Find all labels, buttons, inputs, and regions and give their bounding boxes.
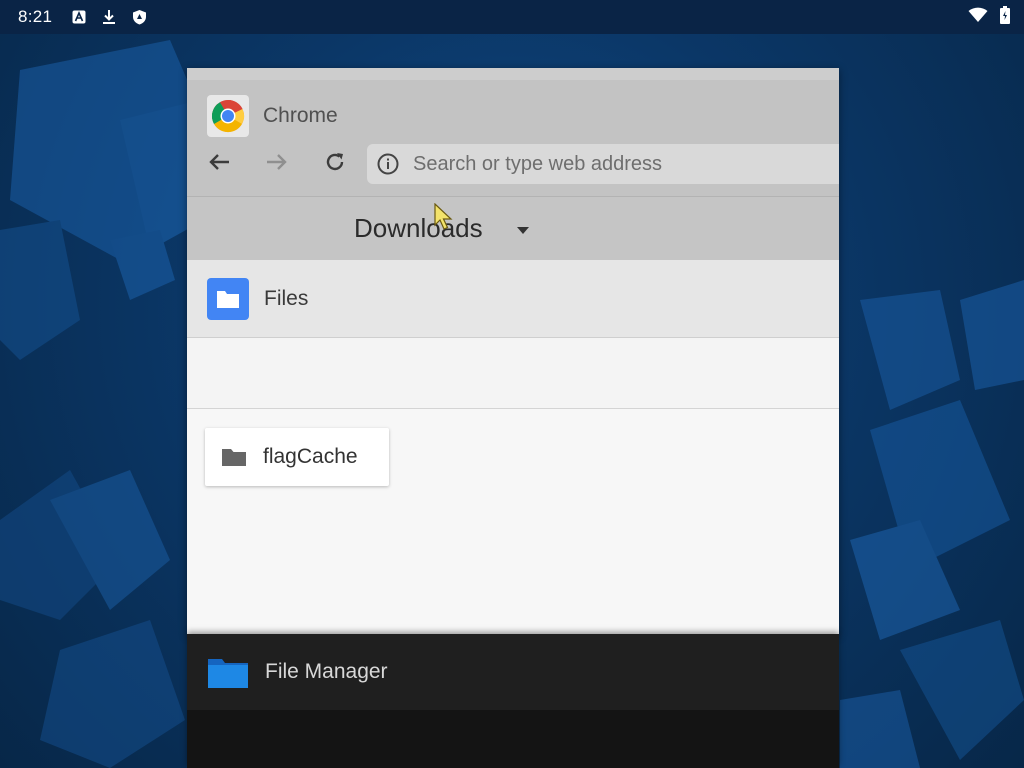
wifi-icon: [968, 7, 988, 28]
dropdown-triangle-icon[interactable]: [513, 223, 533, 237]
downloads-title-bar: Downloads: [187, 196, 839, 261]
forward-button[interactable]: [261, 148, 293, 180]
page-title: Downloads: [354, 213, 483, 243]
chrome-icon[interactable]: [207, 95, 249, 137]
app-a-icon: [72, 10, 86, 24]
files-app-icon: [207, 277, 249, 320]
recent-app-card-chrome[interactable]: Chrome Search or type web address Downlo…: [187, 68, 839, 634]
file-manager-card-header: File Manager: [187, 634, 839, 710]
browser-toolbar: [187, 144, 839, 188]
back-button[interactable]: [203, 148, 235, 180]
omnibox[interactable]: [367, 144, 839, 184]
file-manager-folder-icon[interactable]: [207, 655, 249, 689]
card-top-strip: [187, 68, 839, 80]
file-list-area: flagCache: [187, 409, 839, 634]
chrome-card-header: Chrome: [187, 68, 839, 196]
files-source-row[interactable]: Files: [187, 260, 839, 338]
list-item-label: flagCache: [263, 445, 358, 468]
home-screen: 8:21 Chrome Search or type web address D…: [0, 0, 1024, 768]
mouse-cursor-icon: [434, 202, 454, 236]
battery-icon: [1000, 5, 1010, 29]
empty-row: [187, 338, 839, 409]
files-row-label: Files: [264, 286, 309, 310]
file-manager-app-title: File Manager: [265, 660, 388, 683]
status-bar: 8:21: [0, 0, 1024, 34]
arrow-right-icon: [266, 153, 288, 176]
recent-app-card-file-manager[interactable]: File Manager: [187, 634, 839, 768]
arrow-left-icon: [208, 153, 230, 176]
chrome-title-row: Chrome: [187, 82, 839, 150]
folder-icon: [221, 447, 247, 467]
omnibox-input[interactable]: [413, 152, 813, 176]
status-time: 8:21: [18, 7, 53, 26]
status-right-group: [968, 0, 1010, 34]
reload-button[interactable]: [319, 148, 351, 180]
shield-icon: [132, 9, 147, 25]
chrome-app-title: Chrome: [263, 104, 338, 127]
info-icon[interactable]: [377, 153, 399, 175]
reload-icon: [324, 151, 346, 178]
list-item[interactable]: flagCache: [205, 428, 389, 486]
download-icon: [102, 9, 116, 25]
